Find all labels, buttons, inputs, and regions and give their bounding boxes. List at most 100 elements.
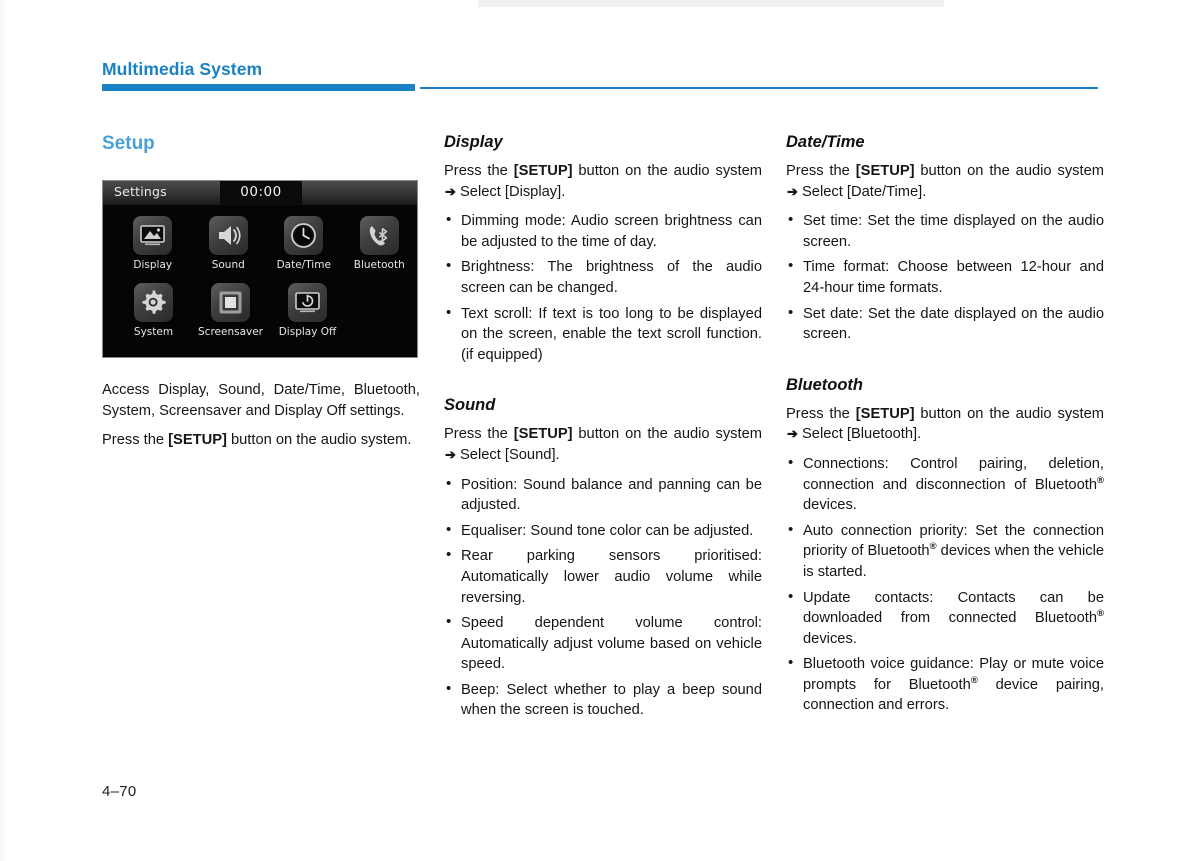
datetime-intro: Press the [SETUP] button on the audio sy…: [786, 161, 1104, 202]
page-title: Setup: [102, 133, 155, 154]
bluetooth-phone-icon: [359, 216, 399, 255]
list-item-text-tail: devices.: [803, 497, 857, 514]
list-item: Set time: Set the time displayed on the …: [786, 210, 1104, 252]
settings-screen-clock-box: 00:00: [220, 181, 302, 205]
setup-button-label: [SETUP]: [513, 163, 573, 179]
settings-screen-clock: 00:00: [240, 184, 282, 200]
clock-icon: [284, 216, 324, 255]
registered-trademark-icon: ®: [1097, 608, 1104, 620]
display-intro-pre: Press the: [444, 163, 514, 179]
settings-tile-row-2: System Screensaver Display Off: [103, 271, 417, 338]
list-item-text-tail: devices.: [803, 630, 857, 647]
settings-tile-label: Screensaver: [198, 326, 263, 338]
sound-intro-mid: button on the audio system: [572, 426, 762, 443]
arrow-right-icon: ➔: [445, 446, 456, 462]
arrow-right-icon: ➔: [787, 183, 798, 199]
picture-icon: [133, 216, 173, 255]
speaker-icon: [208, 216, 248, 255]
display-bullet-list: Dimming mode: Audio screen brightness ca…: [444, 210, 762, 366]
bluetooth-intro: Press the [SETUP] button on the audio sy…: [786, 404, 1104, 445]
datetime-intro-pre: Press the: [786, 163, 856, 179]
section-heading-display: Display: [444, 133, 503, 151]
bluetooth-intro-pre: Press the: [786, 405, 856, 422]
registered-trademark-icon: ®: [970, 674, 978, 686]
datetime-intro-post: Select [Date/Time].: [797, 183, 927, 200]
list-item-text: Update contacts: Contacts can be downloa…: [803, 589, 1104, 627]
settings-tile-label: Bluetooth: [353, 259, 405, 271]
sound-intro: Press the [SETUP] button on the audio sy…: [444, 424, 762, 465]
settings-tile-display[interactable]: Display: [115, 216, 191, 271]
bluetooth-intro-mid: button on the audio system: [914, 405, 1104, 422]
setup-instruction: Press the [SETUP] button on the audio sy…: [102, 430, 420, 451]
display-intro-post: Select [Display].: [455, 183, 566, 200]
sound-intro-pre: Press the: [444, 426, 514, 443]
list-item: Connections: Control pairing, deletion, …: [786, 453, 1104, 516]
settings-tile-label: Display: [133, 259, 173, 271]
arrow-right-icon: ➔: [445, 183, 456, 199]
section-heading-sound: Sound: [444, 396, 496, 415]
settings-tile-display-off[interactable]: Display Off: [269, 283, 346, 338]
settings-screen-tile-grid: Display Sound Date/Time Bluetooth System…: [103, 205, 417, 357]
list-item: Auto connection priority: Set the connec…: [786, 520, 1104, 583]
list-item: Rear parking sensors prioritised: Automa…: [444, 545, 762, 608]
running-header-title: Multimedia System: [102, 59, 263, 79]
settings-screen-topbar: Settings 00:00: [103, 181, 417, 206]
list-item: Time format: Choose between 12-hour and …: [786, 256, 1104, 298]
registered-trademark-icon: ®: [929, 541, 937, 553]
display-intro-mid: button on the audio system: [572, 163, 762, 179]
gear-icon: [134, 283, 173, 322]
section-heading-bluetooth: Bluetooth: [786, 375, 863, 394]
list-item: Dimming mode: Audio screen brightness ca…: [444, 210, 762, 252]
arrow-right-icon: ➔: [787, 426, 798, 442]
settings-tile-label: Display Off: [278, 326, 337, 338]
list-item: Beep: Select whether to play a beep soun…: [444, 679, 762, 721]
list-item: Update contacts: Contacts can be downloa…: [786, 587, 1104, 650]
list-item: Brightness: The brightness of the audio …: [444, 256, 762, 298]
list-item: Text scroll: If text is too long to be d…: [444, 303, 762, 366]
setup-instruction-pre: Press the: [102, 432, 169, 449]
setup-button-label: [SETUP]: [855, 163, 915, 179]
list-item: Speed dependent volume control: Automati…: [444, 612, 762, 675]
display-intro: Press the [SETUP] button on the audio sy…: [444, 161, 762, 202]
settings-tile-datetime[interactable]: Date/Time: [266, 216, 342, 271]
settings-tile-bluetooth[interactable]: Bluetooth: [342, 216, 418, 271]
setup-button-label: [SETUP]: [513, 426, 573, 443]
datetime-intro-mid: button on the audio system: [914, 163, 1104, 179]
list-item: Position: Sound balance and panning can …: [444, 474, 762, 516]
settings-screen-title: Settings: [114, 184, 167, 199]
settings-tile-system[interactable]: System: [115, 283, 192, 338]
settings-tile-label: System: [133, 326, 174, 338]
column-right: Date/Time Press the [SETUP] button on th…: [786, 132, 1104, 716]
setup-description: Access Display, Sound, Date/Time, Blueto…: [102, 382, 420, 419]
bluetooth-intro-post: Select [Bluetooth].: [797, 426, 922, 443]
display-off-icon: [288, 283, 327, 322]
settings-tile-screensaver[interactable]: Screensaver: [192, 283, 269, 338]
settings-tile-label: Sound: [211, 259, 245, 271]
column-left: Setup Settings 00:00 Display Sound Date/…: [102, 132, 420, 451]
setup-button-label: [SETUP]: [168, 432, 227, 449]
setup-button-label: [SETUP]: [855, 405, 915, 422]
settings-tile-label: Date/Time: [276, 259, 331, 271]
list-item: Bluetooth voice guidance: Play or mute v…: [786, 653, 1104, 716]
section-heading-datetime: Date/Time: [786, 133, 865, 151]
screensaver-icon: [211, 283, 250, 322]
page-number: 4–70: [102, 783, 137, 800]
scan-artifact-band: [478, 0, 944, 7]
sound-bullet-list: Position: Sound balance and panning can …: [444, 474, 762, 722]
header-rule-thin: [420, 87, 1098, 89]
column-middle: Display Press the [SETUP] button on the …: [444, 132, 762, 721]
settings-screen-figure: Settings 00:00 Display Sound Date/Time B…: [102, 180, 418, 358]
registered-trademark-icon: ®: [1097, 474, 1104, 486]
running-header: Multimedia System: [102, 58, 1098, 94]
list-item-text: Connections: Control pairing, deletion, …: [803, 455, 1104, 493]
bluetooth-bullet-list: Connections: Control pairing, deletion, …: [786, 453, 1104, 716]
list-item: Set date: Set the date displayed on the …: [786, 303, 1104, 345]
page-edge-shade: [0, 0, 6, 861]
settings-tile-sound[interactable]: Sound: [191, 216, 267, 271]
header-rule-thick: [102, 84, 415, 91]
settings-tile-row-1: Display Sound Date/Time Bluetooth: [103, 205, 417, 271]
sound-intro-post: Select [Sound].: [455, 446, 560, 463]
setup-instruction-post: button on the audio system.: [226, 432, 412, 449]
list-item: Equaliser: Sound tone color can be adjus…: [444, 520, 762, 542]
datetime-bullet-list: Set time: Set the time displayed on the …: [786, 210, 1104, 345]
